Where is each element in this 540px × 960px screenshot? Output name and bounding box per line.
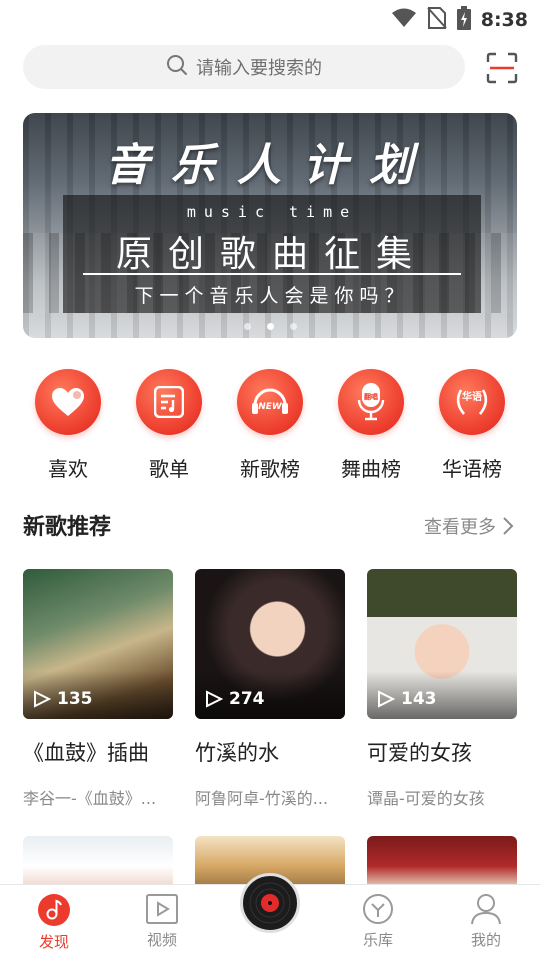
play-count-value: 135 bbox=[57, 689, 93, 709]
banner-title: 音乐人计划 bbox=[105, 140, 435, 191]
search-input[interactable]: 请输入要搜索的 bbox=[23, 45, 465, 89]
new-badge-icon: NEW bbox=[252, 388, 288, 414]
song-card[interactable]: 143 可爱的女孩 谭晶-可爱的女孩 bbox=[367, 569, 517, 809]
category-icon-circle bbox=[35, 369, 101, 435]
nav-me[interactable]: 我的 bbox=[451, 893, 521, 950]
song-subtitle: 谭晶-可爱的女孩 bbox=[367, 789, 485, 808]
chinese-badge-text: 华语 bbox=[462, 390, 482, 403]
nav-video[interactable]: 视频 bbox=[127, 893, 197, 950]
status-bar: 8:38 bbox=[0, 0, 540, 36]
scan-button[interactable] bbox=[486, 52, 518, 84]
now-playing-button[interactable] bbox=[240, 873, 300, 933]
search-placeholder: 请输入要搜索的 bbox=[196, 58, 322, 79]
song-title: 可爱的女孩 bbox=[367, 741, 472, 765]
play-count-value: 143 bbox=[401, 689, 437, 709]
nav-label: 发现 bbox=[38, 933, 69, 951]
chevron-right-icon bbox=[503, 517, 514, 535]
song-cover[interactable]: 143 bbox=[367, 569, 517, 719]
category-playlist[interactable]: 歌单 bbox=[124, 369, 214, 482]
play-count: 274 bbox=[205, 689, 265, 709]
category-icon-circle: 翻唱 bbox=[338, 369, 404, 435]
category-label: 歌单 bbox=[149, 457, 189, 481]
category-dance-chart[interactable]: 翻唱 舞曲榜 bbox=[326, 369, 416, 482]
category-icon-circle: NEW bbox=[237, 369, 303, 435]
category-label: 喜欢 bbox=[48, 457, 88, 481]
nav-discover[interactable]: 发现 bbox=[19, 893, 89, 952]
category-label: 舞曲榜 bbox=[341, 457, 401, 481]
category-like[interactable]: 喜欢 bbox=[23, 369, 113, 482]
banner-carousel[interactable]: 音乐人计划 music time 原创歌曲征集 下一个音乐人会是你吗？ bbox=[23, 113, 517, 338]
heart-icon bbox=[52, 388, 84, 416]
carousel-dot[interactable] bbox=[243, 323, 251, 330]
carousel-dot-active[interactable] bbox=[266, 323, 274, 330]
song-title: 《血鼓》插曲 bbox=[23, 741, 149, 765]
status-time: 8:38 bbox=[480, 9, 528, 31]
play-icon bbox=[206, 690, 223, 708]
search-icon bbox=[166, 54, 188, 80]
song-cover[interactable] bbox=[23, 836, 173, 886]
song-title: 竹溪的水 bbox=[195, 741, 279, 765]
library-icon bbox=[363, 894, 393, 924]
category-label: 华语榜 bbox=[442, 457, 502, 481]
song-card[interactable]: 274 竹溪的水 阿鲁阿卓-竹溪的... bbox=[195, 569, 345, 809]
play-count-value: 274 bbox=[229, 689, 265, 709]
battery-charging-icon bbox=[456, 6, 471, 34]
see-more-link[interactable]: 查看更多 bbox=[424, 513, 514, 539]
play-icon bbox=[378, 690, 395, 708]
song-cover[interactable] bbox=[367, 836, 517, 886]
banner-subtitle-en: music time bbox=[186, 203, 358, 221]
vinyl-record-icon bbox=[244, 877, 296, 929]
nav-library[interactable]: 乐库 bbox=[343, 893, 413, 950]
music-note-icon bbox=[38, 894, 70, 926]
banner-panel: music time 原创歌曲征集 下一个音乐人会是你吗？ bbox=[63, 195, 481, 313]
laurel-icon: 华语 bbox=[456, 389, 488, 415]
song-cover[interactable]: 135 bbox=[23, 569, 173, 719]
song-card[interactable]: 135 《血鼓》插曲 李谷一-《血鼓》... bbox=[23, 569, 173, 809]
user-icon bbox=[471, 894, 501, 925]
video-play-icon bbox=[146, 894, 178, 924]
play-count: 135 bbox=[33, 689, 93, 709]
new-badge-text: NEW bbox=[258, 402, 283, 412]
carousel-dot[interactable] bbox=[289, 323, 297, 330]
nav-label: 乐库 bbox=[362, 931, 393, 949]
no-sim-icon bbox=[426, 6, 447, 34]
song-subtitle: 阿鲁阿卓-竹溪的... bbox=[195, 789, 329, 808]
banner-main-text: 原创歌曲征集 bbox=[115, 234, 428, 275]
song-subtitle: 李谷一-《血鼓》... bbox=[23, 789, 157, 808]
song-cover[interactable]: 274 bbox=[195, 569, 345, 719]
play-icon bbox=[34, 690, 51, 708]
playlist-icon bbox=[154, 386, 184, 418]
category-label: 新歌榜 bbox=[240, 457, 300, 481]
wifi-icon bbox=[391, 8, 417, 32]
banner-question: 下一个音乐人会是你吗？ bbox=[134, 285, 410, 307]
nav-label: 视频 bbox=[146, 931, 177, 949]
nav-label: 我的 bbox=[470, 931, 501, 949]
scan-icon bbox=[486, 52, 518, 84]
category-row: 喜欢 歌单 NEW 新歌榜 翻唱 舞曲榜 华语 华语榜 bbox=[23, 369, 517, 482]
category-icon-circle bbox=[136, 369, 202, 435]
microphone-icon: 翻唱 bbox=[357, 383, 385, 421]
banner-divider bbox=[83, 273, 461, 275]
song-card-row: 135 《血鼓》插曲 李谷一-《血鼓》... 274 竹溪的水 阿鲁阿卓-竹溪的… bbox=[23, 569, 517, 809]
carousel-indicator bbox=[23, 323, 517, 330]
cover-badge-text: 翻唱 bbox=[364, 392, 378, 401]
category-icon-circle: 华语 bbox=[439, 369, 505, 435]
play-count: 143 bbox=[377, 689, 437, 709]
see-more-label: 查看更多 bbox=[424, 517, 496, 538]
status-icons: 8:38 bbox=[391, 6, 528, 34]
section-title: 新歌推荐 bbox=[23, 515, 112, 540]
bottom-nav: 发现 视频 乐库 我的 bbox=[0, 873, 540, 960]
category-chinese-chart[interactable]: 华语 华语榜 bbox=[427, 369, 517, 482]
category-new-songs[interactable]: NEW 新歌榜 bbox=[225, 369, 315, 482]
